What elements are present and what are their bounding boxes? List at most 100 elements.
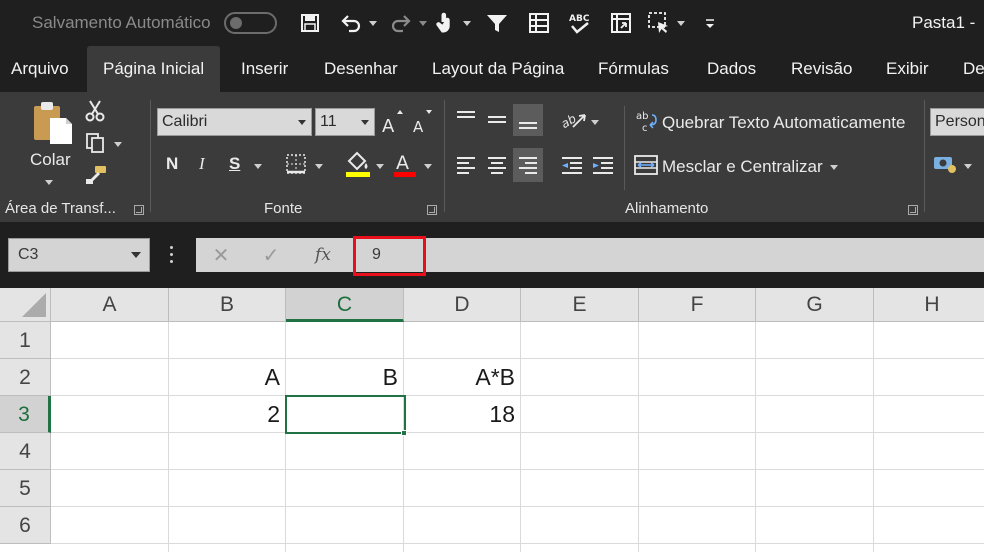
column-header-d[interactable]: D [404, 288, 521, 322]
tab-dados[interactable]: Dados [707, 46, 756, 92]
column-header-c[interactable]: C [286, 288, 404, 322]
merge-center-icon[interactable] [634, 152, 658, 178]
wrap-text-icon[interactable]: ab c [634, 108, 658, 138]
cell-b2[interactable]: A [169, 359, 286, 396]
font-color-icon[interactable]: A [392, 150, 418, 178]
number-format-combo[interactable]: Person [930, 108, 984, 136]
row-header-3[interactable]: 3 [0, 396, 51, 433]
align-middle-icon[interactable] [483, 104, 511, 134]
tab-exibir[interactable]: Exibir [886, 46, 929, 92]
increase-font-size-icon[interactable]: A [380, 110, 404, 136]
undo-icon[interactable] [338, 9, 364, 37]
accounting-format-icon[interactable] [932, 150, 960, 178]
column-header-e[interactable]: E [521, 288, 639, 322]
decrease-indent-icon[interactable] [558, 150, 586, 180]
alignment-launcher-icon[interactable] [908, 205, 918, 215]
underline-button[interactable]: S [229, 154, 240, 174]
font-size-combo[interactable]: 11 [315, 108, 375, 136]
row-header-1[interactable]: 1 [0, 322, 51, 359]
copy-dropdown-icon[interactable] [114, 142, 122, 147]
undo-dropdown-icon[interactable] [369, 21, 377, 26]
autosave-toggle[interactable] [224, 12, 277, 34]
tab-formulas[interactable]: Fórmulas [598, 46, 669, 92]
name-box-dropdown-icon[interactable] [131, 252, 141, 258]
font-size-dropdown-icon[interactable] [361, 120, 369, 125]
gridline [285, 322, 286, 552]
align-bottom-icon[interactable] [513, 104, 543, 136]
select-dropdown-icon[interactable] [677, 21, 685, 26]
align-center-icon[interactable] [483, 150, 511, 180]
align-top-icon[interactable] [452, 104, 480, 134]
font-launcher-icon[interactable] [427, 205, 437, 215]
align-left-icon[interactable] [452, 150, 480, 180]
orientation-dropdown-icon[interactable] [591, 120, 599, 125]
italic-button[interactable]: I [199, 154, 205, 174]
orientation-icon[interactable]: ab [558, 104, 588, 134]
accounting-dropdown-icon[interactable] [964, 164, 972, 169]
format-painter-icon[interactable] [84, 164, 108, 186]
touch-dropdown-icon[interactable] [463, 21, 471, 26]
tab-revisao[interactable]: Revisão [791, 46, 852, 92]
tab-desenhar[interactable]: Desenhar [324, 46, 398, 92]
spelling-icon[interactable]: ABC [566, 9, 594, 37]
column-header-h[interactable]: H [874, 288, 984, 322]
customize-qat-icon[interactable] [702, 9, 718, 37]
paste-dropdown-icon[interactable] [45, 180, 53, 185]
paste-icon[interactable] [30, 100, 74, 146]
tab-layout-da-pagina[interactable]: Layout da Página [432, 46, 564, 92]
borders-dropdown-icon[interactable] [315, 164, 323, 169]
paste-label[interactable]: Colar [30, 150, 71, 170]
font-color-dropdown-icon[interactable] [424, 164, 432, 169]
form-icon[interactable] [526, 9, 552, 37]
column-header-f[interactable]: F [639, 288, 756, 322]
cell-d3[interactable]: 18 [404, 396, 521, 433]
row-header-6[interactable]: 6 [0, 507, 51, 544]
increase-indent-icon[interactable] [589, 150, 617, 180]
touch-mode-icon[interactable] [432, 9, 456, 37]
cell-c2[interactable]: B [286, 359, 404, 396]
row-header-5[interactable]: 5 [0, 470, 51, 507]
select-objects-icon[interactable] [646, 9, 672, 37]
column-header-g[interactable]: G [756, 288, 874, 322]
formula-bar-grip-icon[interactable] [169, 246, 175, 264]
cancel-formula-button[interactable]: ✕ [206, 238, 236, 272]
merge-dropdown-icon[interactable] [830, 165, 838, 170]
underline-dropdown-icon[interactable] [254, 164, 262, 169]
align-right-icon[interactable] [513, 148, 543, 182]
filter-icon[interactable] [484, 9, 510, 37]
cell-b3[interactable]: 2 [169, 396, 286, 433]
formula-input[interactable]: 9 [352, 238, 984, 272]
tab-pagina-inicial[interactable]: Página Inicial [87, 46, 221, 92]
tab-inserir[interactable]: Inserir [241, 46, 288, 92]
tab-desenvolvedor[interactable]: De [963, 46, 984, 92]
cell-d2[interactable]: A*B [404, 359, 521, 396]
merge-center-button[interactable]: Mesclar e Centralizar [662, 157, 823, 177]
worksheet-grid[interactable]: A B C D E F G H 1 2 3 4 5 6 A B A*B 2 18 [0, 288, 984, 552]
fill-color-icon[interactable] [344, 150, 372, 178]
row-header-2[interactable]: 2 [0, 359, 51, 396]
font-name-dropdown-icon[interactable] [298, 120, 306, 125]
name-box-value: C3 [18, 246, 39, 263]
column-header-a[interactable]: A [51, 288, 169, 322]
save-icon[interactable] [297, 9, 323, 37]
redo-dropdown-icon[interactable] [419, 21, 427, 26]
insert-function-button[interactable]: fx [308, 238, 338, 272]
select-all-button[interactable] [0, 288, 51, 322]
clipboard-launcher-icon[interactable] [134, 205, 144, 215]
enter-formula-button[interactable]: ✓ [256, 238, 286, 272]
bold-button[interactable]: N [166, 154, 178, 174]
name-box[interactable]: C3 [8, 238, 150, 272]
font-name-combo[interactable]: Calibri [157, 108, 312, 136]
decrease-font-size-icon[interactable]: A [410, 110, 434, 136]
redo-icon[interactable] [388, 9, 414, 37]
pivot-icon[interactable] [608, 9, 634, 37]
copy-icon[interactable] [84, 132, 106, 154]
cut-icon[interactable] [84, 100, 106, 122]
fill-color-dropdown-icon[interactable] [376, 164, 384, 169]
tab-arquivo[interactable]: Arquivo [11, 46, 69, 92]
wrap-text-button[interactable]: Quebrar Texto Automaticamente [662, 113, 906, 133]
fill-handle[interactable] [401, 430, 407, 436]
column-header-b[interactable]: B [169, 288, 286, 322]
row-header-4[interactable]: 4 [0, 433, 51, 470]
borders-icon[interactable] [284, 152, 308, 176]
